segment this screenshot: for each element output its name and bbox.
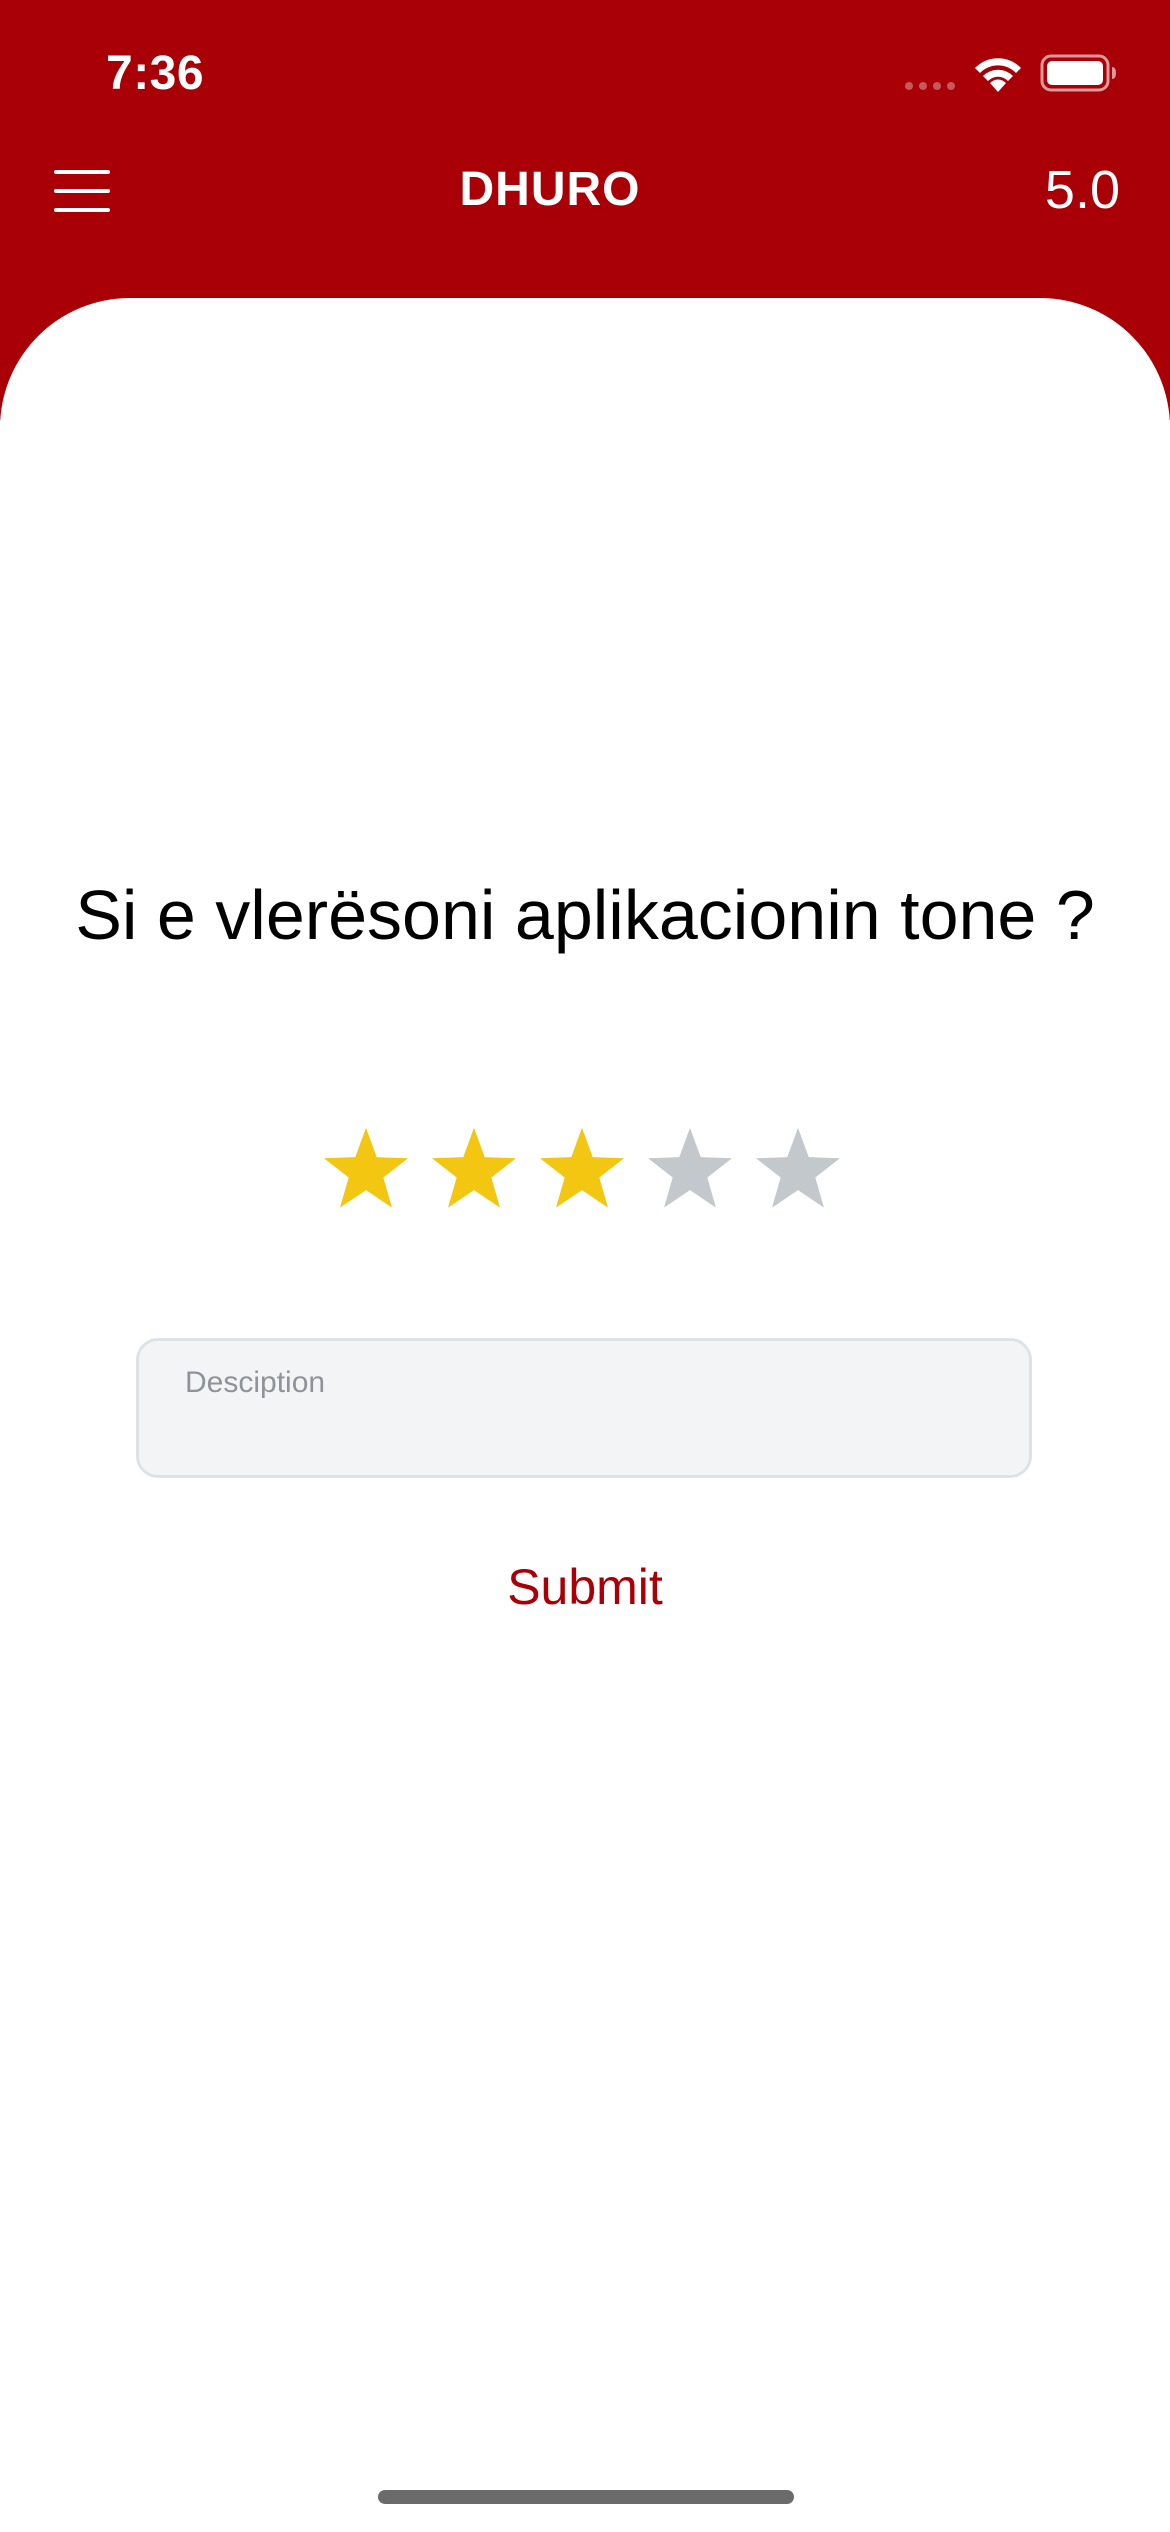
star-empty-icon[interactable] [642, 1122, 738, 1218]
rating-question: Si e vlerësoni aplikacionin tone ? [75, 876, 1095, 954]
wifi-icon [975, 58, 1021, 92]
star-filled-icon[interactable] [426, 1122, 522, 1218]
cellular-signal-icon [905, 82, 955, 90]
battery-icon [1040, 54, 1116, 92]
home-indicator [378, 2490, 794, 2504]
description-input[interactable] [183, 1409, 983, 1465]
submit-button[interactable]: Submit [435, 1548, 735, 1624]
description-field[interactable]: Desciption [136, 1338, 1032, 1478]
star-empty-icon[interactable] [750, 1122, 846, 1218]
app-title: DHURO [459, 163, 641, 216]
star-rating[interactable] [318, 1122, 846, 1218]
description-label: Desciption [185, 1366, 326, 1399]
status-time: 7:36 [106, 47, 205, 100]
app-version: 5.0 [1044, 160, 1120, 220]
star-filled-icon[interactable] [318, 1122, 414, 1218]
star-filled-icon[interactable] [534, 1122, 630, 1218]
